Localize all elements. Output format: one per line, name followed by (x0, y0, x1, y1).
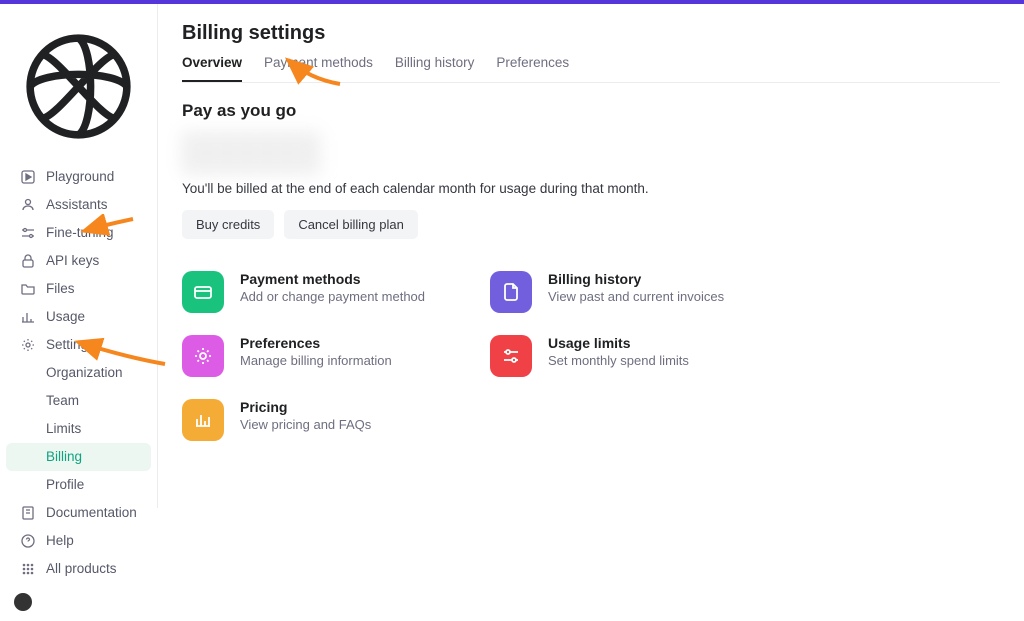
folder-icon (20, 281, 36, 297)
nav-secondary: Documentation Help All products (0, 499, 157, 621)
sidebar-item-files[interactable]: Files (6, 275, 151, 303)
page-title: Billing settings (182, 22, 1000, 45)
sidebar-item-label: Playground (46, 170, 114, 184)
card-icon (182, 271, 224, 313)
sidebar-item-fine-tuning[interactable]: Fine-tuning (6, 219, 151, 247)
sidebar-item-label: Usage (46, 310, 85, 324)
card-usage-limits[interactable]: Usage limits Set monthly spend limits (490, 335, 770, 377)
sidebar-item-team[interactable]: Team (6, 387, 151, 415)
tab-billing-history[interactable]: Billing history (395, 55, 475, 82)
gear-icon (20, 337, 36, 353)
sidebar-item-label: API keys (46, 254, 99, 268)
sidebar-item-label: Team (46, 394, 79, 408)
sidebar-item-assistants[interactable]: Assistants (6, 191, 151, 219)
sidebar-item-settings[interactable]: Settings (6, 331, 151, 359)
redacted-balance (182, 131, 322, 175)
button-row: Buy credits Cancel billing plan (182, 210, 1000, 239)
chart-icon (182, 399, 224, 441)
card-title: Payment methods (240, 271, 425, 287)
nav-primary: Playground Assistants Fine-tuning API ke… (0, 163, 157, 499)
sidebar-item-label: Settings (46, 338, 95, 352)
section-title: Pay as you go (182, 101, 1000, 121)
avatar-icon (14, 593, 32, 611)
book-icon (20, 505, 36, 521)
card-grid: Payment methods Add or change payment me… (182, 271, 1000, 441)
tab-preferences[interactable]: Preferences (496, 55, 569, 82)
sidebar: Playground Assistants Fine-tuning API ke… (0, 4, 158, 508)
sidebar-item-label: Fine-tuning (46, 226, 114, 240)
card-preferences[interactable]: Preferences Manage billing information (182, 335, 462, 377)
card-desc: View pricing and FAQs (240, 417, 371, 432)
sidebar-item-label: Assistants (46, 198, 108, 212)
card-desc: Manage billing information (240, 353, 392, 368)
sidebar-item-all-products[interactable]: All products (6, 555, 151, 583)
playground-icon (20, 169, 36, 185)
main-content: Billing settings Overview Payment method… (158, 4, 1024, 508)
card-title: Usage limits (548, 335, 689, 351)
sliders-icon (490, 335, 532, 377)
sidebar-item-documentation[interactable]: Documentation (6, 499, 151, 527)
sidebar-item-profile[interactable]: Profile (6, 471, 151, 499)
card-desc: Add or change payment method (240, 289, 425, 304)
sidebar-item-label: Limits (46, 422, 81, 436)
buy-credits-button[interactable]: Buy credits (182, 210, 274, 239)
sidebar-item-api-keys[interactable]: API keys (6, 247, 151, 275)
card-desc: View past and current invoices (548, 289, 724, 304)
card-billing-history[interactable]: Billing history View past and current in… (490, 271, 770, 313)
sidebar-item-organization[interactable]: Organization (6, 359, 151, 387)
gear-icon (182, 335, 224, 377)
sidebar-item-billing[interactable]: Billing (6, 443, 151, 471)
logo[interactable] (0, 12, 157, 163)
file-icon (490, 271, 532, 313)
sidebar-item-label: Organization (46, 366, 123, 380)
usage-icon (20, 309, 36, 325)
openai-logo-icon (14, 22, 143, 151)
tabs: Overview Payment methods Billing history… (182, 55, 1000, 83)
tab-overview[interactable]: Overview (182, 55, 242, 82)
card-title: Billing history (548, 271, 724, 287)
sidebar-item-playground[interactable]: Playground (6, 163, 151, 191)
card-title: Preferences (240, 335, 392, 351)
lock-icon (20, 253, 36, 269)
sidebar-item-label: Files (46, 282, 75, 296)
sidebar-item-limits[interactable]: Limits (6, 415, 151, 443)
sidebar-item-label: All products (46, 562, 117, 576)
tab-payment-methods[interactable]: Payment methods (264, 55, 373, 82)
sidebar-item-label: Profile (46, 478, 84, 492)
card-pricing[interactable]: Pricing View pricing and FAQs (182, 399, 462, 441)
user-menu[interactable] (0, 583, 157, 621)
grid-icon (20, 561, 36, 577)
sidebar-item-usage[interactable]: Usage (6, 303, 151, 331)
cancel-plan-button[interactable]: Cancel billing plan (284, 210, 418, 239)
billing-note: You'll be billed at the end of each cale… (182, 181, 1000, 196)
card-payment-methods[interactable]: Payment methods Add or change payment me… (182, 271, 462, 313)
sidebar-item-label: Help (46, 534, 74, 548)
card-desc: Set monthly spend limits (548, 353, 689, 368)
help-icon (20, 533, 36, 549)
sidebar-item-label: Billing (46, 450, 82, 464)
fine-tuning-icon (20, 225, 36, 241)
card-title: Pricing (240, 399, 371, 415)
assistants-icon (20, 197, 36, 213)
sidebar-item-label: Documentation (46, 506, 137, 520)
sidebar-item-help[interactable]: Help (6, 527, 151, 555)
